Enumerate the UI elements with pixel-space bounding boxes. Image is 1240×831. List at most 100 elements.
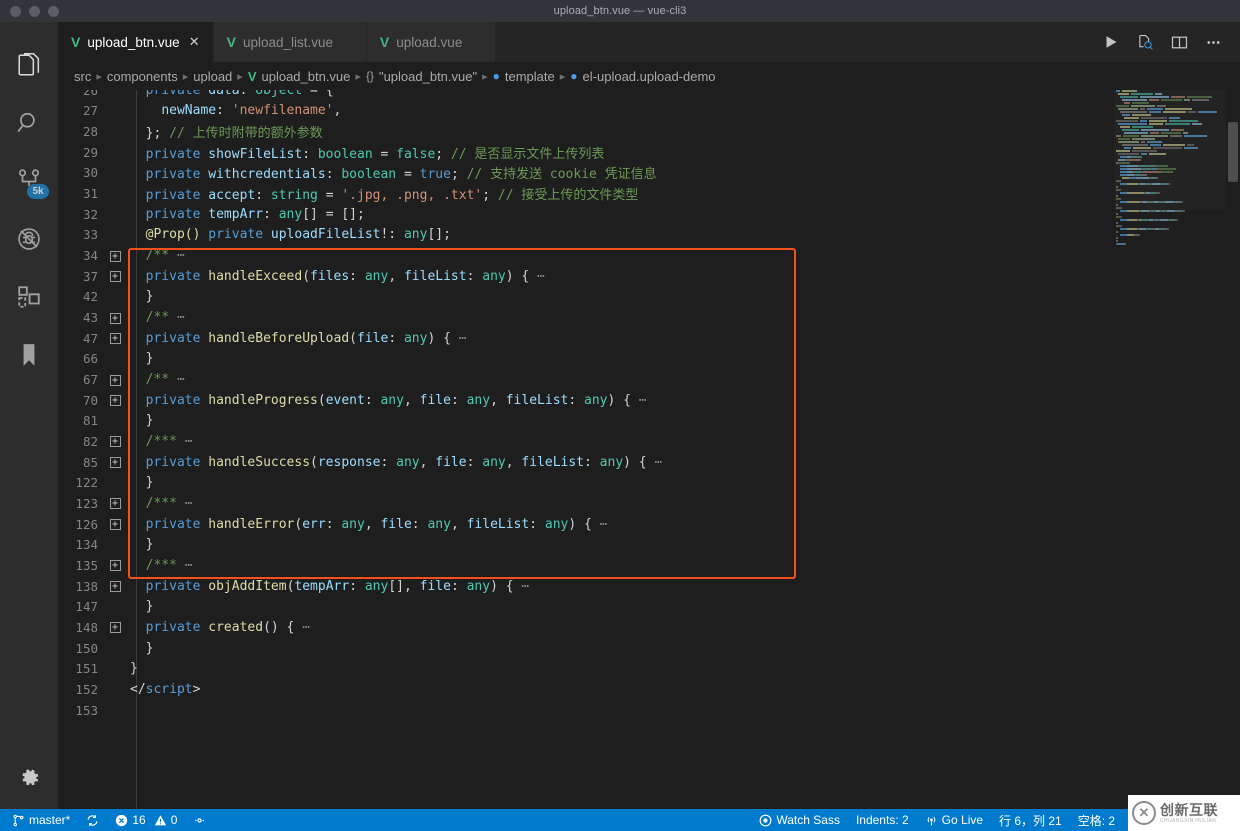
breadcrumb-item-components[interactable]: components [107, 69, 178, 84]
status-go-live-label: Go Live [942, 813, 983, 827]
fold-marker[interactable]: + [104, 250, 126, 262]
sidebar-item-extensions[interactable] [0, 268, 58, 326]
sidebar-item-debug[interactable] [0, 210, 58, 268]
code-text: </script> [126, 682, 200, 697]
warning-icon [154, 814, 167, 827]
run-button[interactable] [1096, 27, 1126, 57]
code-line[interactable]: 70+ private handleProgress(event: any, f… [58, 390, 1240, 411]
status-warning-count: 0 [171, 813, 178, 827]
code-text: private showFileList: boolean = false; /… [126, 143, 604, 162]
breadcrumb-item-template[interactable]: template [505, 69, 555, 84]
breadcrumb-item-file[interactable]: upload_btn.vue [261, 69, 350, 84]
fold-marker[interactable]: + [104, 270, 126, 282]
fold-marker[interactable]: + [104, 394, 126, 406]
status-remote[interactable] [185, 809, 214, 831]
fold-marker[interactable]: + [104, 312, 126, 324]
code-line[interactable]: 151} [58, 658, 1240, 679]
line-number: 82 [58, 434, 104, 449]
scrollbar-thumb[interactable] [1228, 122, 1238, 182]
manage-settings-button[interactable] [0, 765, 58, 791]
code-line[interactable]: 27 newName: 'newfilename', [58, 101, 1240, 122]
fold-marker[interactable]: + [104, 497, 126, 509]
fold-marker[interactable]: + [104, 456, 126, 468]
code-line[interactable]: 134 } [58, 534, 1240, 555]
status-sync[interactable] [78, 809, 107, 831]
code-line[interactable]: 82+ /*** ⋯ [58, 431, 1240, 452]
code-line[interactable]: 81 } [58, 411, 1240, 432]
status-problems[interactable]: 16 0 [107, 809, 185, 831]
fold-marker[interactable]: + [104, 580, 126, 592]
status-branch[interactable]: master* [4, 809, 78, 831]
tab-upload-vue[interactable]: V upload.vue ✕ [367, 22, 496, 62]
code-line[interactable]: 152</script> [58, 679, 1240, 700]
code-text: private handleError(err: any, file: any,… [126, 517, 608, 532]
code-line[interactable]: 43+ /** ⋯ [58, 307, 1240, 328]
status-watch-sass[interactable]: Watch Sass [751, 809, 848, 831]
fold-marker[interactable]: + [104, 435, 126, 447]
extensions-icon [16, 284, 42, 310]
status-indents[interactable]: Indents: 2 [848, 809, 917, 831]
chevron-right-icon: ▸ [237, 70, 243, 83]
code-lines[interactable]: 26 private data: object = {27 newName: '… [58, 90, 1240, 809]
watermark-text: 创新互联 CHUANGXIN HULIAN [1160, 803, 1218, 824]
code-line[interactable]: 123+ /*** ⋯ [58, 493, 1240, 514]
code-line[interactable]: 29 private showFileList: boolean = false… [58, 142, 1240, 163]
code-line[interactable]: 34+ /** ⋯ [58, 245, 1240, 266]
code-line[interactable]: 126+ private handleError(err: any, file:… [58, 514, 1240, 535]
status-go-live[interactable]: Go Live [917, 809, 991, 831]
code-line[interactable]: 150 } [58, 638, 1240, 659]
code-line[interactable]: 26 private data: object = { [58, 90, 1240, 101]
code-line[interactable]: 153 [58, 700, 1240, 721]
fold-marker[interactable]: + [104, 518, 126, 530]
code-line[interactable]: 85+ private handleSuccess(response: any,… [58, 452, 1240, 473]
status-cursor-position[interactable]: 行 6，列 21 [991, 809, 1070, 831]
status-spaces[interactable]: 空格: 2 [1070, 809, 1123, 831]
editor-scrollbar[interactable] [1226, 90, 1240, 809]
breadcrumb-item-upload[interactable]: upload [193, 69, 232, 84]
code-editor[interactable]: 26 private data: object = {27 newName: '… [58, 90, 1240, 809]
breadcrumb-item-src[interactable]: src [74, 69, 91, 84]
fold-marker[interactable]: + [104, 559, 126, 571]
sidebar-item-source-control[interactable]: 5k [0, 152, 58, 210]
minimap[interactable] [1114, 90, 1226, 809]
code-line[interactable]: 31 private accept: string = '.jpg, .png,… [58, 183, 1240, 204]
code-line[interactable]: 32 private tempArr: any[] = []; [58, 204, 1240, 225]
preview-button[interactable] [1130, 27, 1160, 57]
split-editor-button[interactable] [1164, 27, 1194, 57]
code-text: private withcredentials: boolean = true;… [126, 163, 657, 182]
minimap-slider[interactable] [1114, 90, 1226, 210]
fold-marker[interactable]: + [104, 332, 126, 344]
code-line[interactable]: 66 } [58, 349, 1240, 370]
code-line[interactable]: 67+ /** ⋯ [58, 369, 1240, 390]
breadcrumb-item-symbol-root[interactable]: "upload_btn.vue" [379, 69, 477, 84]
code-line[interactable]: 28 }; // 上传时附带的额外参数 [58, 121, 1240, 142]
code-line[interactable]: 147 } [58, 596, 1240, 617]
fold-marker[interactable]: + [104, 621, 126, 633]
code-line[interactable]: 42 } [58, 287, 1240, 308]
code-line[interactable]: 47+ private handleBeforeUpload(file: any… [58, 328, 1240, 349]
status-spaces-label: 空格: 2 [1078, 812, 1115, 829]
code-line[interactable]: 148+ private created() { ⋯ [58, 617, 1240, 638]
code-line[interactable]: 138+ private objAddItem(tempArr: any[], … [58, 576, 1240, 597]
tab-label: upload_btn.vue [87, 35, 179, 50]
code-line[interactable]: 135+ /*** ⋯ [58, 555, 1240, 576]
code-line[interactable]: 33 @Prop() private uploadFileList!: any[… [58, 225, 1240, 246]
sync-icon [86, 814, 99, 827]
sidebar-item-explorer[interactable] [0, 36, 58, 94]
bookmark-icon [16, 342, 42, 368]
minimap-line [1114, 222, 1226, 224]
code-line[interactable]: 37+ private handleExceed(files: any, fil… [58, 266, 1240, 287]
code-line[interactable]: 122 } [58, 472, 1240, 493]
close-icon[interactable]: ✕ [189, 34, 200, 50]
chevron-right-icon: ▸ [355, 70, 361, 83]
tab-label: upload_list.vue [243, 35, 333, 50]
fold-marker[interactable]: + [104, 374, 126, 386]
sidebar-item-bookmarks[interactable] [0, 326, 58, 384]
tab-upload-btn-vue[interactable]: V upload_btn.vue ✕ [58, 22, 214, 62]
tab-upload-list-vue[interactable]: V upload_list.vue ✕ [214, 22, 367, 62]
code-line[interactable]: 30 private withcredentials: boolean = tr… [58, 163, 1240, 184]
sidebar-item-search[interactable] [0, 94, 58, 152]
more-actions-button[interactable] [1198, 27, 1228, 57]
breadcrumb-item-el-upload[interactable]: el-upload.upload-demo [583, 69, 716, 84]
play-icon [1103, 34, 1119, 50]
